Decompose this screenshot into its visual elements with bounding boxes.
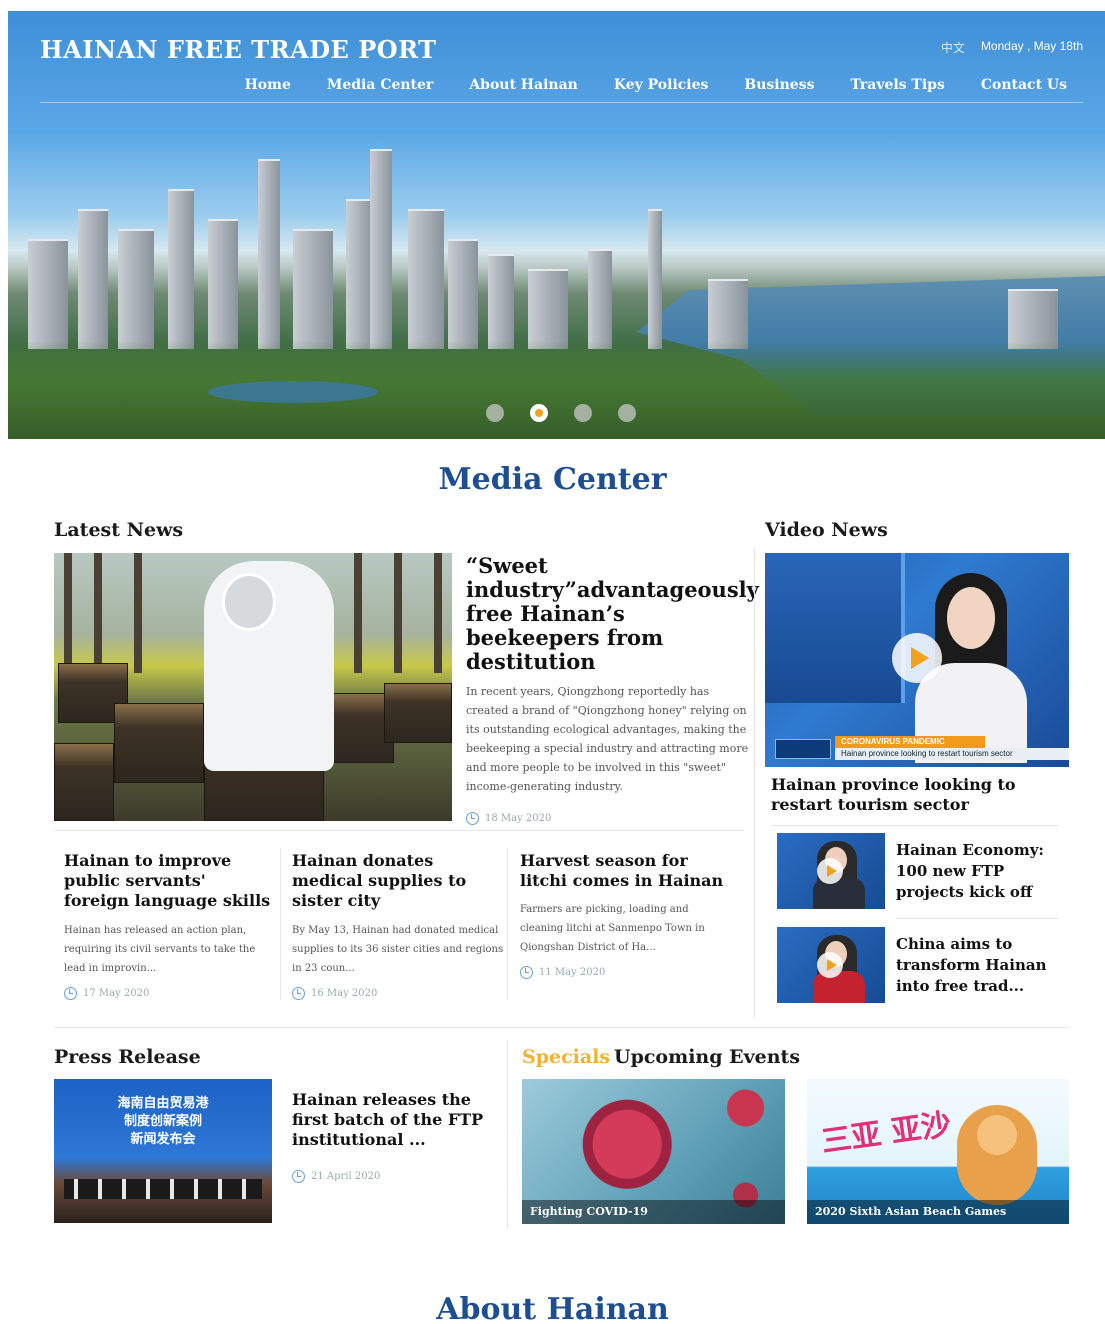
carousel-dot-2[interactable]: [530, 404, 548, 422]
date-label: 16 May 2020: [311, 988, 378, 999]
current-date: Monday , May 18th: [980, 39, 1083, 53]
date-label: 21 April 2020: [311, 1171, 381, 1182]
play-icon[interactable]: [817, 952, 843, 978]
video-banner-bottom: Hainan province looking to restart touri…: [835, 748, 1069, 760]
carousel-dot-4[interactable]: [618, 404, 636, 422]
tab-upcoming-events[interactable]: Upcoming Events: [614, 1046, 800, 1068]
video-news-heading: Video News: [765, 519, 888, 541]
date-label: 11 May 2020: [539, 967, 606, 978]
news-item-2-date: 16 May 2020: [292, 987, 377, 1000]
latest-news-heading: Latest News: [54, 519, 184, 541]
play-icon[interactable]: [817, 858, 843, 884]
carousel-dot-3[interactable]: [574, 404, 592, 422]
column-divider: [754, 548, 755, 1018]
hero-park: [8, 341, 1105, 439]
date-label: 17 May 2020: [83, 988, 150, 999]
clock-icon: [466, 812, 479, 825]
nav-key-policies[interactable]: Key Policies: [614, 77, 709, 93]
featured-news-date: 18 May 2020: [466, 812, 551, 825]
news-item-1-summary: Hainan has released an action plan, requ…: [64, 925, 256, 974]
top-utility-bar: 中文 Monday , May 18th: [941, 39, 1083, 56]
news-item-3-title[interactable]: Harvest season for litchi comes in Haina…: [520, 851, 730, 891]
hero-lake: [208, 381, 378, 403]
featured-news-title[interactable]: “Sweet industry”advantageously free Hain…: [466, 554, 759, 674]
channel-logo: [775, 739, 831, 759]
special-card-caption: 2020 Sixth Asian Beach Games: [807, 1200, 1069, 1224]
nav-media-center[interactable]: Media Center: [327, 77, 433, 93]
column-divider: [507, 848, 508, 1000]
press-release-heading: Press Release: [54, 1046, 201, 1068]
language-switch[interactable]: 中文: [941, 39, 965, 56]
beach-games-art-text: 三亚 亚沙: [819, 1107, 954, 1160]
nav-business[interactable]: Business: [744, 77, 814, 93]
special-card-beach-games[interactable]: 三亚 亚沙 2020 Sixth Asian Beach Games: [807, 1079, 1069, 1224]
section-divider: [54, 1027, 1069, 1028]
nav-home[interactable]: Home: [245, 77, 291, 93]
tab-specials[interactable]: Specials: [522, 1046, 610, 1068]
play-icon[interactable]: [892, 633, 942, 683]
press-release-title[interactable]: Hainan releases the first batch of the F…: [292, 1090, 492, 1150]
clock-icon: [292, 1170, 305, 1183]
video-divider: [771, 825, 1059, 826]
clock-icon: [64, 987, 77, 1000]
media-center-title: Media Center: [438, 462, 667, 497]
carousel-dot-1[interactable]: [486, 404, 504, 422]
news-item-3-date: 11 May 2020: [520, 966, 605, 979]
carousel-indicators: [486, 404, 636, 422]
column-divider: [280, 848, 281, 1000]
nav-about-hainan[interactable]: About Hainan: [469, 77, 578, 93]
video-divider: [896, 918, 1059, 919]
news-item-1-title[interactable]: Hainan to improve public servants' forei…: [64, 851, 274, 911]
video-item-2-title[interactable]: China aims to transform Hainan into free…: [896, 934, 1056, 997]
news-item-2-title[interactable]: Hainan donates medical supplies to siste…: [292, 851, 502, 911]
column-divider: [507, 1040, 508, 1228]
news-item-1-date: 17 May 2020: [64, 987, 149, 1000]
video-main-title[interactable]: Hainan province looking to restart touri…: [771, 775, 1061, 815]
featured-news-summary: In recent years, Qiongzhong reportedly h…: [466, 685, 749, 793]
video-item-1-title[interactable]: Hainan Economy: 100 new FTP projects kic…: [896, 840, 1056, 903]
site-title[interactable]: HAINAN FREE TRADE PORT: [40, 35, 437, 64]
press-image-text: 海南自由贸易港 制度创新案例 新闻发布会: [117, 1096, 209, 1147]
video-banner-top: CORONAVIRUS PANDEMIC: [835, 736, 985, 748]
hero-banner: HAINAN FREE TRADE PORT 中文 Monday , May 1…: [8, 11, 1105, 439]
special-card-covid[interactable]: Fighting COVID-19: [522, 1079, 785, 1224]
clock-icon: [292, 987, 305, 1000]
main-nav: Home Media Center About Hainan Key Polic…: [245, 77, 1067, 93]
nav-divider: [40, 102, 1083, 103]
nav-contact-us[interactable]: Contact Us: [981, 77, 1067, 93]
news-item-3-summary: Farmers are picking, loading and cleanin…: [520, 904, 705, 953]
date-label: 18 May 2020: [485, 813, 552, 824]
clock-icon: [520, 966, 533, 979]
mascot-image: [957, 1105, 1037, 1205]
about-hainan-title: About Hainan: [436, 1292, 669, 1324]
news-item-2-summary: By May 13, Hainan had donated medical su…: [292, 925, 504, 974]
news-divider: [54, 830, 744, 831]
nav-travel-tips[interactable]: Travels Tips: [850, 77, 944, 93]
featured-news-image[interactable]: [54, 553, 452, 821]
press-release-image[interactable]: 海南自由贸易港 制度创新案例 新闻发布会: [54, 1079, 272, 1223]
special-card-caption: Fighting COVID-19: [522, 1200, 785, 1224]
press-release-date: 21 April 2020: [292, 1170, 380, 1183]
